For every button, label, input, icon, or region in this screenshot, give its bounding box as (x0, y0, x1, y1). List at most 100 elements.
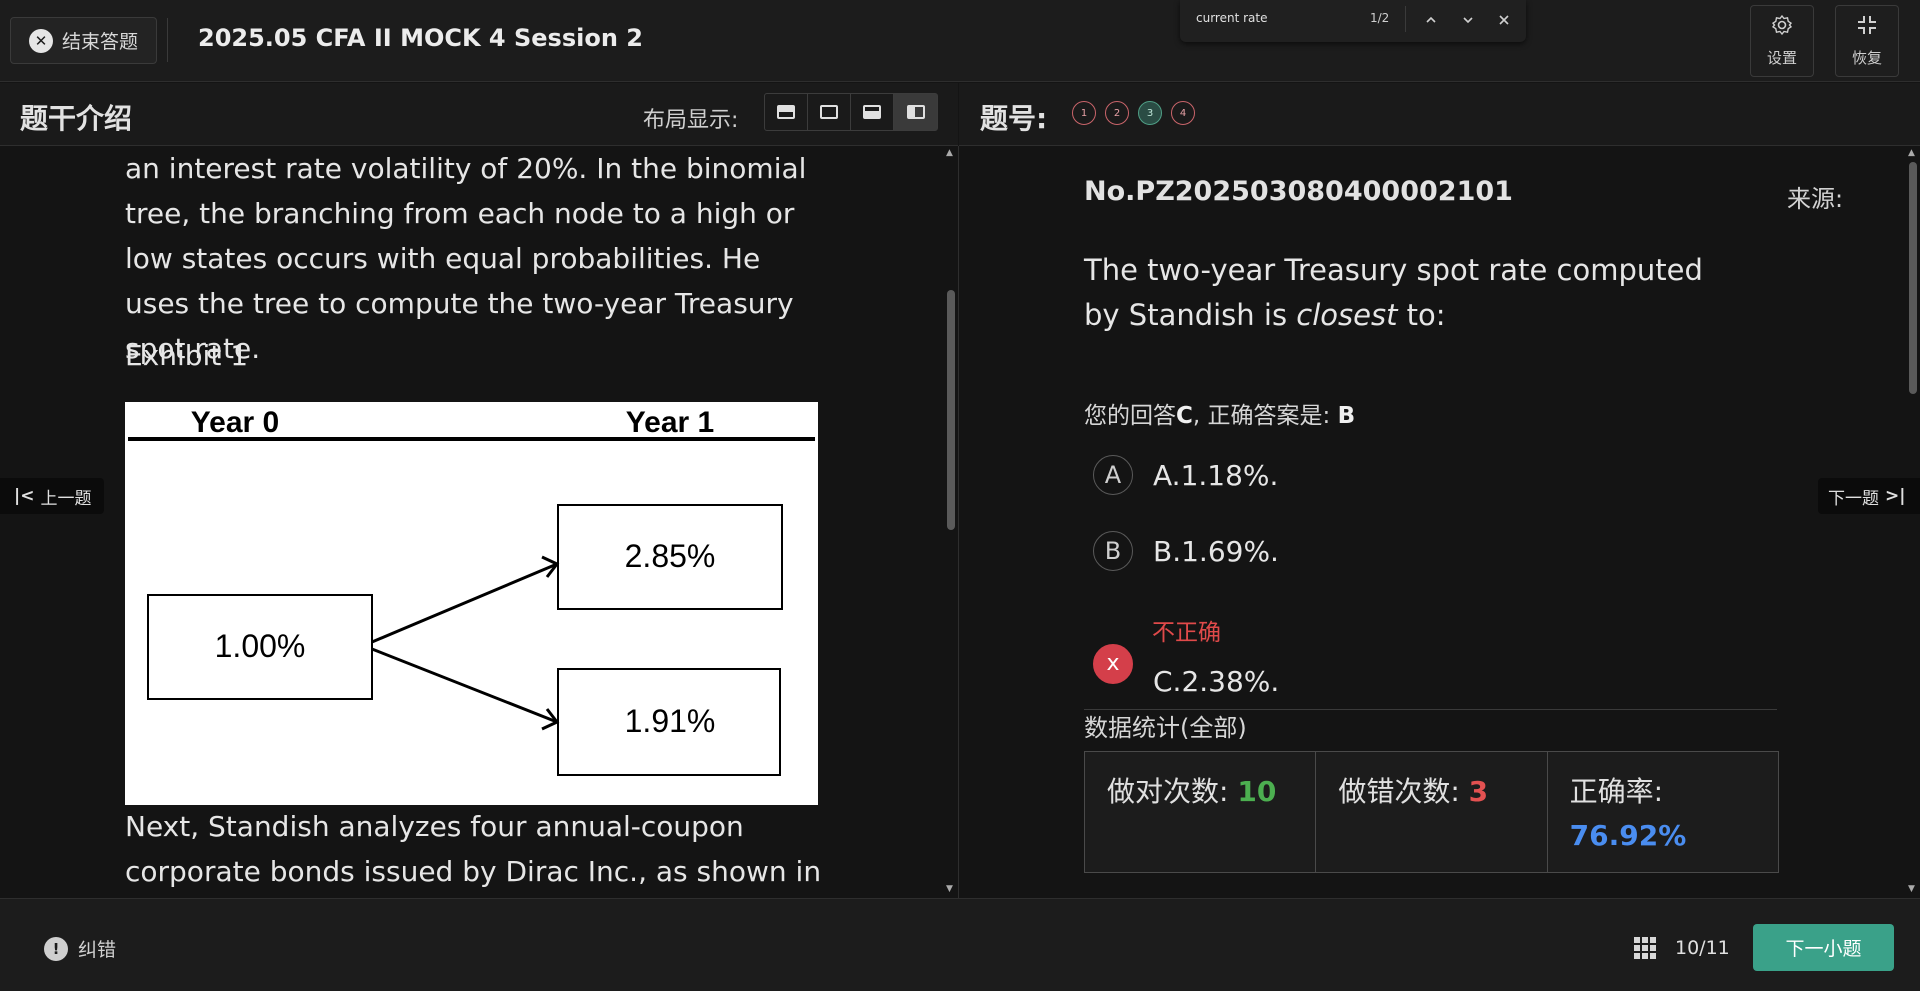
stats-title: 数据统计(全部) (1084, 714, 1247, 742)
chevron-down-icon (1463, 17, 1473, 24)
restore-label: 恢复 (1851, 49, 1882, 67)
question-number-1[interactable]: 1 (1072, 101, 1096, 125)
scroll-down-arrow-icon[interactable]: ▼ (1908, 884, 1915, 894)
layout-full-icon (820, 105, 838, 119)
layout-bottom-button[interactable] (851, 94, 894, 130)
accuracy-value: 76.92% (1569, 819, 1687, 852)
layout-split-icon (863, 105, 881, 119)
tree-up-branch (371, 562, 558, 644)
report-error-label: 纠错 (78, 939, 117, 961)
compress-icon (1856, 14, 1878, 43)
question-header: 题号: 1 2 3 4 (959, 83, 1920, 146)
scroll-up-arrow-icon[interactable]: ▲ (946, 148, 953, 158)
option-c[interactable]: x C.2.38%. (1093, 629, 1279, 698)
scroll-down-arrow-icon[interactable]: ▼ (946, 884, 953, 894)
exam-title: 2025.05 CFA II MOCK 4 Session 2 (198, 24, 643, 52)
tree-year1-label: Year 1 (626, 406, 714, 439)
scroll-up-arrow-icon[interactable]: ▲ (1908, 148, 1915, 158)
stem-text-end: to: (1397, 298, 1446, 332)
gear-icon (1771, 14, 1793, 43)
stats-correct-cell: 做对次数: 10 (1085, 752, 1317, 872)
next-question-label: 下一题 (1828, 488, 1879, 509)
question-id: No.PZ202503080400002101 (1084, 176, 1513, 207)
prev-question-button[interactable]: |< 上一题 (0, 478, 104, 514)
tree-up-value: 2.85% (625, 538, 716, 574)
find-prev-button[interactable] (1419, 8, 1443, 32)
find-count: 1/2 (1370, 11, 1390, 25)
passage-header: 题干介绍 布局显示: (0, 83, 958, 146)
question-progress: 10/11 (1675, 937, 1730, 959)
passage-pane: an interest rate volatility of 20%. In t… (0, 146, 958, 898)
tree-year0-label: Year 0 (191, 406, 279, 439)
option-b[interactable]: B B.1.69%. (1093, 531, 1279, 571)
next-subquestion-button[interactable]: 下一小题 (1753, 924, 1894, 971)
answer-prefix: 您的回答 (1084, 403, 1176, 429)
layout-full-button[interactable] (808, 94, 851, 130)
tree-root-value: 1.00% (215, 628, 306, 664)
wrong-x-icon: x (1093, 643, 1133, 684)
stats-table: 做对次数: 10 做错次数: 3 正确率: 76.92% (1084, 751, 1779, 873)
find-close-button[interactable] (1492, 8, 1516, 32)
layout-left-button[interactable] (894, 94, 937, 130)
tree-down-branch (371, 647, 558, 724)
layout-top-button[interactable] (765, 94, 808, 130)
accuracy-label: 正确率: (1569, 775, 1664, 808)
restore-button[interactable]: 恢复 (1835, 5, 1899, 77)
top-bar: ✕ 结束答题 2025.05 CFA II MOCK 4 Session 2 c… (0, 0, 1920, 82)
find-separator (1405, 6, 1406, 32)
first-chevron-icon: |< (14, 486, 35, 506)
close-circle-icon: ✕ (29, 28, 53, 53)
your-answer: C (1176, 403, 1193, 429)
question-number-2[interactable]: 2 (1105, 101, 1129, 125)
correct-answer: B (1337, 403, 1356, 429)
option-c-text: C.2.38%. (1153, 665, 1280, 698)
passage-text-bottom: Next, Standish analyzes four annual-coup… (125, 810, 822, 888)
option-a-letter: A (1093, 455, 1133, 495)
header-divider (167, 18, 168, 62)
correct-count: 10 (1237, 775, 1277, 808)
grid-icon[interactable] (1634, 937, 1656, 959)
question-stem: The two-year Treasury spot rate computed… (1084, 248, 1724, 338)
layout-top-icon (777, 105, 795, 119)
settings-button[interactable]: 设置 (1750, 5, 1814, 77)
prev-question-label: 上一题 (40, 488, 92, 509)
passage-scrollbar[interactable]: ▲ ▼ (944, 146, 958, 898)
answer-summary: 您的回答C, 正确答案是: B (1084, 396, 1355, 430)
find-next-button[interactable] (1456, 8, 1480, 32)
end-exam-button[interactable]: ✕ 结束答题 (10, 17, 157, 64)
source-label: 来源: (1787, 185, 1844, 213)
report-error-button[interactable]: ! 纠错 (44, 935, 116, 962)
close-icon (1499, 15, 1509, 25)
question-number-4[interactable]: 4 (1171, 101, 1195, 125)
option-a[interactable]: A A.1.18%. (1093, 455, 1278, 495)
question-number-heading: 题号: (980, 102, 1048, 135)
find-input[interactable]: current rate (1196, 11, 1267, 25)
last-chevron-icon: >| (1885, 486, 1906, 506)
option-b-text: B.1.69%. (1153, 534, 1279, 568)
tree-down-value: 1.91% (625, 703, 716, 739)
stats-accuracy-cell: 正确率: 76.92% (1548, 752, 1778, 872)
layout-switcher (764, 93, 938, 131)
passage-scroll-thumb[interactable] (947, 290, 955, 530)
question-pane: No.PZ202503080400002101 来源: The two-year… (959, 146, 1920, 898)
exhibit-label: Exhibit 1 (125, 339, 249, 372)
stem-emphasis: closest (1296, 298, 1398, 332)
passage-heading: 题干介绍 (20, 102, 133, 135)
passage-text-top: an interest rate volatility of 20%. In t… (125, 152, 807, 365)
option-a-text: A.1.18%. (1153, 458, 1279, 492)
option-b-letter: B (1093, 531, 1133, 571)
next-question-button[interactable]: 下一题 >| (1818, 478, 1920, 514)
answer-mid: , 正确答案是: (1192, 403, 1338, 429)
question-scroll-thumb[interactable] (1909, 162, 1917, 394)
wrong-count: 3 (1468, 775, 1489, 808)
question-scrollbar[interactable]: ▲ ▼ (1906, 146, 1920, 898)
settings-label: 设置 (1766, 49, 1797, 67)
stats-wrong-cell: 做错次数: 3 (1316, 752, 1548, 872)
wrong-count-label: 做错次数: (1338, 775, 1469, 808)
binomial-tree-exhibit: Year 0 Year 1 1.00% 2.85% 1.91% (125, 402, 818, 805)
layout-left-icon (906, 105, 925, 119)
end-exam-label: 结束答题 (62, 31, 139, 53)
question-number-3[interactable]: 3 (1138, 101, 1162, 125)
layout-label: 布局显示: (643, 108, 739, 133)
correct-count-label: 做对次数: (1107, 775, 1238, 808)
